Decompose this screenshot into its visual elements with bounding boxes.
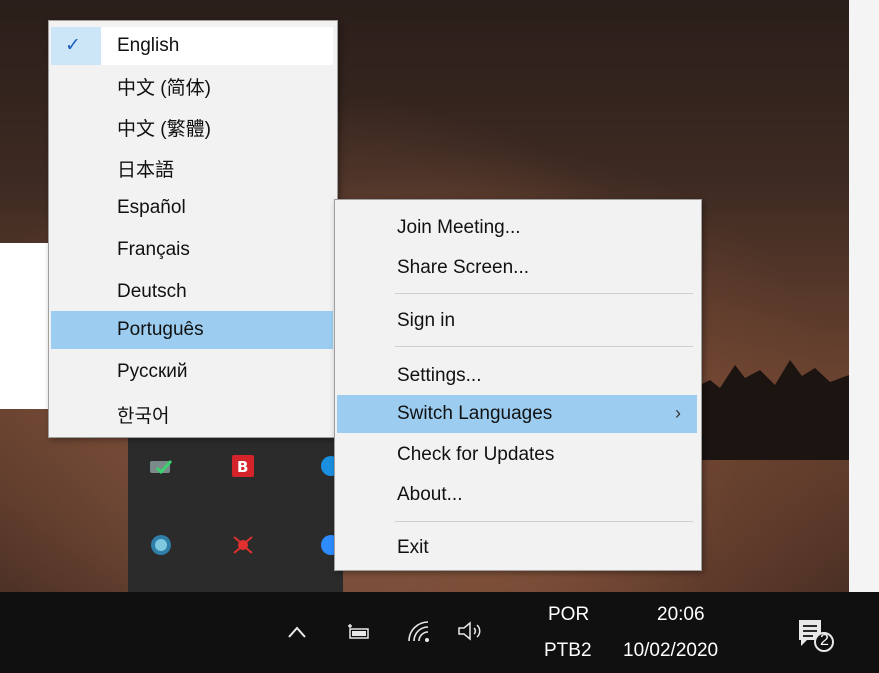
language-option-chinese-traditional[interactable]: 中文 (繁體)	[51, 106, 333, 144]
window-edge	[0, 243, 50, 409]
menu-item-label: Join Meeting...	[397, 217, 521, 238]
language-option-french[interactable]: Français	[51, 231, 333, 269]
notification-icon	[799, 620, 834, 652]
keyboard-layout-code[interactable]: PTB2	[544, 640, 592, 662]
settings-item[interactable]: Settings...	[337, 357, 697, 395]
menu-item-label: About...	[397, 484, 463, 505]
language-label: Français	[117, 239, 190, 260]
language-label: Русский	[117, 361, 188, 382]
notification-count-badge: 2	[820, 632, 829, 649]
language-option-english[interactable]: ✓ English	[51, 27, 333, 65]
mountain-silhouette	[690, 360, 849, 460]
wifi-icon[interactable]	[404, 616, 434, 646]
menu-item-label: Settings...	[397, 365, 482, 386]
chevron-right-icon: ›	[675, 403, 681, 423]
checkmark-icon: ✓	[65, 35, 81, 56]
sign-in-item[interactable]: Sign in	[337, 302, 697, 340]
menu-separator	[395, 346, 693, 347]
battery-icon[interactable]	[344, 618, 374, 646]
about-item[interactable]: About...	[337, 476, 697, 514]
tray-overflow-popup: B	[128, 436, 343, 592]
notification-center-button[interactable]: 2	[790, 610, 840, 658]
menu-item-label: Check for Updates	[397, 444, 555, 465]
language-label: Português	[117, 319, 204, 340]
antivirus-tray-icon[interactable]: B	[230, 453, 256, 479]
language-submenu: ✓ English 中文 (简体) 中文 (繁體) 日本語 Español Fr…	[48, 20, 338, 438]
menu-separator	[395, 521, 693, 522]
check-for-updates-item[interactable]: Check for Updates	[337, 436, 697, 474]
language-label: English	[117, 35, 180, 56]
language-label: Deutsch	[117, 281, 187, 302]
language-option-portuguese[interactable]: Português	[51, 311, 333, 349]
clock-time[interactable]: 20:06	[657, 604, 705, 626]
language-option-korean[interactable]: 한국어	[51, 393, 333, 431]
menu-item-label: Share Screen...	[397, 257, 530, 278]
language-label: 中文 (简体)	[117, 78, 211, 99]
volume-icon[interactable]	[454, 616, 490, 646]
menu-separator	[395, 293, 693, 294]
language-label: 日本語	[117, 160, 175, 181]
exit-item[interactable]: Exit	[337, 529, 697, 567]
network-check-tray-icon[interactable]	[148, 454, 174, 480]
switch-languages-item[interactable]: Switch Languages ›	[337, 395, 697, 433]
join-meeting-item[interactable]: Join Meeting...	[337, 209, 697, 247]
window-edge-right	[849, 0, 879, 592]
globe-tray-icon[interactable]	[148, 532, 174, 558]
menu-item-label: Sign in	[397, 310, 456, 331]
menu-item-label: Exit	[397, 537, 429, 558]
language-option-japanese[interactable]: 日本語	[51, 147, 333, 185]
tray-context-menu: Join Meeting... Share Screen... Sign in …	[334, 199, 702, 571]
language-label: 中文 (繁體)	[117, 119, 211, 140]
language-option-chinese-simplified[interactable]: 中文 (简体)	[51, 65, 333, 103]
menu-item-label: Switch Languages	[397, 403, 553, 424]
language-option-spanish[interactable]: Español	[51, 189, 333, 227]
language-label: 한국어	[117, 406, 170, 427]
language-label: Español	[117, 197, 186, 218]
taskbar: POR PTB2 20:06 10/02/2020 2	[0, 592, 879, 673]
input-language-code[interactable]: POR	[548, 604, 589, 626]
language-option-russian[interactable]: Русский	[51, 353, 333, 391]
chevron-up-icon[interactable]	[283, 618, 311, 646]
bug-tray-icon[interactable]	[230, 532, 256, 558]
clock-date[interactable]: 10/02/2020	[623, 640, 718, 662]
language-option-german[interactable]: Deutsch	[51, 273, 333, 311]
share-screen-item[interactable]: Share Screen...	[337, 249, 697, 287]
svg-text:B: B	[237, 458, 248, 476]
